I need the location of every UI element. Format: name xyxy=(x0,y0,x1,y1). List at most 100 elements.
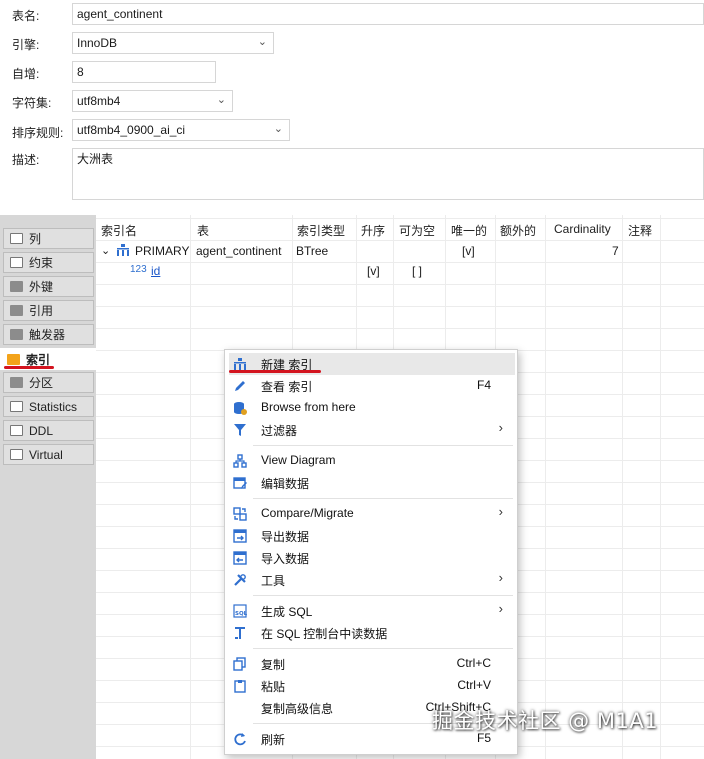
tab-label: 约束 xyxy=(29,256,54,270)
menu-item-view-index[interactable]: 查看 索引 F4 xyxy=(229,375,515,397)
folder-icon xyxy=(10,329,23,340)
charset-value: utf8mb4 xyxy=(77,94,121,108)
menu-item-import-data[interactable]: 导入数据 xyxy=(229,547,515,569)
menu-item-export-data[interactable]: 导出数据 xyxy=(229,525,515,547)
edit-pencil-icon xyxy=(233,379,247,393)
column-header-unique[interactable]: 唯一的 xyxy=(451,222,487,239)
charset-label: 字符集: xyxy=(12,96,52,110)
column-header-index-name[interactable]: 索引名 xyxy=(101,222,137,239)
column-header-extra[interactable]: 额外的 xyxy=(500,222,536,239)
edit-data-icon xyxy=(233,476,247,490)
collation-label: 排序规则: xyxy=(12,126,64,140)
menu-item-shortcut: Ctrl+C xyxy=(456,656,491,670)
table-cell: agent_continent xyxy=(196,244,282,258)
table-name-label: 表名: xyxy=(12,9,40,23)
paste-icon xyxy=(233,679,247,693)
watermark-text: 掘金技术社区 @ M1A1 xyxy=(432,709,659,733)
menu-item-label: Compare/Migrate xyxy=(261,506,354,520)
chevron-right-icon: › xyxy=(498,570,503,585)
tab-label: 引用 xyxy=(29,304,54,318)
charset-select[interactable]: utf8mb4 ⌄ xyxy=(72,90,233,112)
info-icon xyxy=(10,401,23,412)
table-name-input[interactable]: agent_continent xyxy=(72,3,704,25)
menu-item-filter[interactable]: 过滤器 › xyxy=(229,419,515,441)
chevron-right-icon: › xyxy=(498,420,503,435)
menu-item-label: 编辑数据 xyxy=(261,477,310,491)
tab-label: 分区 xyxy=(29,376,54,390)
grid-column-divider xyxy=(660,215,661,759)
menu-item-view-diagram[interactable]: View Diagram xyxy=(229,450,515,472)
grid-column-divider xyxy=(545,215,546,759)
menu-highlight-underline xyxy=(229,370,321,373)
index-type-cell: BTree xyxy=(296,244,329,258)
chevron-down-icon: ⌄ xyxy=(257,36,267,48)
menu-item-label: 在 SQL 控制台中读数据 xyxy=(261,627,388,641)
column-header-nullable[interactable]: 可为空 xyxy=(399,222,435,239)
menu-item-paste[interactable]: 粘贴 Ctrl+V xyxy=(229,675,515,697)
tab-constraints[interactable]: 约束 xyxy=(3,252,94,273)
nullable-cell: [ ] xyxy=(412,264,423,278)
diagram-icon xyxy=(233,454,247,468)
menu-separator xyxy=(253,445,513,446)
import-icon xyxy=(233,551,247,565)
tab-columns[interactable]: 列 xyxy=(3,228,94,249)
expand-chevron-icon[interactable]: ⌄ xyxy=(101,244,110,257)
tab-statistics[interactable]: Statistics xyxy=(3,396,94,417)
column-header-table[interactable]: 表 xyxy=(197,222,209,239)
tab-label: 索引 xyxy=(26,352,51,367)
export-icon xyxy=(233,529,247,543)
tab-ddl[interactable]: DDL xyxy=(3,420,94,441)
constraint-icon xyxy=(10,257,23,268)
tab-triggers[interactable]: 触发器 xyxy=(3,324,94,345)
column-header-index-type[interactable]: 索引类型 xyxy=(297,222,345,239)
description-textarea[interactable]: 大洲表 xyxy=(72,148,704,200)
chevron-down-icon: ⌄ xyxy=(273,123,283,135)
sql-icon: SQL xyxy=(233,604,248,618)
menu-separator xyxy=(253,595,513,596)
menu-item-compare-migrate[interactable]: Compare/Migrate › xyxy=(229,503,515,525)
database-icon xyxy=(233,401,247,415)
grid-column-divider xyxy=(622,215,623,759)
menu-item-label: 过滤器 xyxy=(261,424,298,438)
menu-item-generate-sql[interactable]: SQL 生成 SQL › xyxy=(229,600,515,622)
svg-text:SQL: SQL xyxy=(235,611,247,617)
menu-item-shortcut: Ctrl+V xyxy=(457,678,491,692)
tools-icon xyxy=(233,573,247,587)
collation-select[interactable]: utf8mb4_0900_ai_ci ⌄ xyxy=(72,119,290,141)
active-tab-underline xyxy=(4,366,54,369)
folder-icon xyxy=(10,305,23,316)
engine-select[interactable]: InnoDB ⌄ xyxy=(72,32,274,54)
new-index-icon xyxy=(233,357,247,371)
menu-item-edit-data[interactable]: 编辑数据 xyxy=(229,472,515,494)
menu-item-label: 粘贴 xyxy=(261,680,286,694)
copy-icon xyxy=(233,657,247,671)
tab-virtual[interactable]: Virtual xyxy=(3,444,94,465)
collation-value: utf8mb4_0900_ai_ci xyxy=(77,123,186,137)
folder-icon xyxy=(10,281,23,292)
menu-item-label: 查看 索引 xyxy=(261,380,313,394)
virtual-icon xyxy=(10,449,23,460)
auto-increment-label: 自增: xyxy=(12,67,40,81)
column-header-ascending[interactable]: 升序 xyxy=(361,222,385,239)
ddl-icon xyxy=(10,425,23,436)
column-link[interactable]: id xyxy=(151,264,160,278)
folder-icon xyxy=(7,353,20,365)
auto-increment-input[interactable]: 8 xyxy=(72,61,216,83)
chevron-right-icon: › xyxy=(498,504,503,519)
column-header-cardinality[interactable]: Cardinality xyxy=(554,222,611,236)
menu-item-label: 复制高级信息 xyxy=(261,702,334,716)
column-header-comment[interactable]: 注释 xyxy=(628,222,652,239)
tab-foreign-keys[interactable]: 外键 xyxy=(3,276,94,297)
menu-item-copy[interactable]: 复制 Ctrl+C xyxy=(229,653,515,675)
tab-partitions[interactable]: 分区 xyxy=(3,372,94,393)
context-menu: 新建 索引 查看 索引 F4 Browse from here 过滤器 › Vi… xyxy=(224,349,518,755)
menu-item-browse-from-here[interactable]: Browse from here xyxy=(229,397,515,419)
menu-separator xyxy=(253,498,513,499)
index-name-cell: PRIMARY xyxy=(135,244,190,258)
filter-icon xyxy=(233,423,247,437)
menu-item-tools[interactable]: 工具 › xyxy=(229,569,515,591)
menu-item-label: 刷新 xyxy=(261,733,286,747)
menu-item-read-in-sql-console[interactable]: 在 SQL 控制台中读数据 xyxy=(229,622,515,644)
tab-references[interactable]: 引用 xyxy=(3,300,94,321)
menu-item-label: 导出数据 xyxy=(261,530,310,544)
